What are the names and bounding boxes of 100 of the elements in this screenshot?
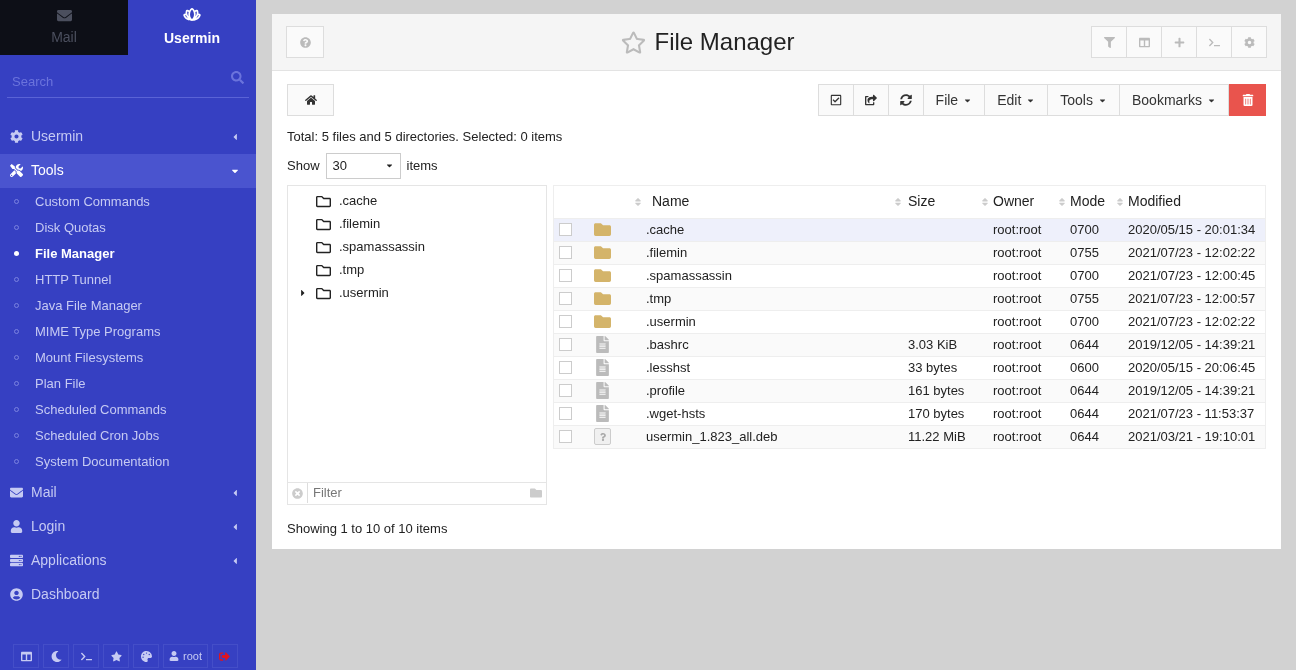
sidebar-link[interactable]: Disk Quotas [35, 217, 106, 238]
footer-button[interactable] [73, 644, 99, 668]
file-row[interactable]: .filemin root:root 0755 2021/07/23 - 12:02:22 [553, 241, 1266, 265]
page-size-select[interactable]: 30 [325, 152, 401, 179]
tree-item[interactable]: .cache [339, 191, 378, 211]
file-row[interactable]: .profile 161 bytes root:root 0644 2019/12/05 - 14:39:21 [553, 379, 1266, 403]
file-row[interactable]: .spamassassin root:root 0700 2021/07/23 - 12:00:45 [553, 264, 1266, 288]
folder-icon[interactable] [530, 487, 542, 499]
file-name[interactable]: .spamassassin [646, 265, 908, 286]
star-icon[interactable] [621, 29, 647, 55]
column-header[interactable]: Modified [1128, 191, 1265, 212]
file-row[interactable]: .cache root:root 0700 2020/05/15 - 20:01:34 [553, 218, 1266, 242]
row-checkbox[interactable] [559, 338, 572, 351]
tree-item[interactable]: .spamassassin [339, 237, 425, 257]
footer-button[interactable] [43, 644, 69, 668]
sidebar-menu-item[interactable]: Login [0, 509, 256, 544]
row-checkbox[interactable] [559, 246, 572, 259]
row-checkbox[interactable] [559, 407, 572, 420]
file-name[interactable]: .bashrc [646, 334, 908, 355]
settings-icon [1243, 36, 1255, 48]
toolbar-button[interactable] [817, 84, 854, 116]
file-name[interactable]: .wget-hsts [646, 403, 908, 424]
dropdown-button[interactable]: Bookmarks [1118, 84, 1229, 116]
file-row[interactable]: .usermin root:root 0700 2021/07/23 - 12:02:22 [553, 310, 1266, 334]
dropdown-button[interactable]: File [922, 84, 986, 116]
sidebar-link[interactable]: Scheduled Cron Jobs [35, 425, 160, 446]
sidebar-link[interactable]: Custom Commands [35, 191, 150, 212]
file-modified: 2019/12/05 - 14:39:21 [1128, 335, 1257, 354]
page-title: File Manager [654, 27, 795, 57]
sidebar-menu-item[interactable]: Usermin [0, 119, 256, 154]
sort-icon[interactable] [634, 196, 642, 207]
sidebar-menu-item[interactable]: Applications [0, 543, 256, 578]
row-checkbox[interactable] [559, 292, 572, 305]
file-name[interactable]: .profile [646, 380, 908, 401]
collapse-icon [20, 650, 32, 662]
sidebar-link[interactable]: HTTP Tunnel [35, 269, 112, 290]
toolbar-button[interactable] [887, 84, 924, 116]
column-header[interactable]: Mode [1070, 191, 1116, 212]
file-row[interactable]: .lesshst 33 bytes root:root 0600 2020/05/15 - 20:06:45 [553, 356, 1266, 380]
sidebar-link[interactable]: Plan File [35, 373, 86, 394]
folder-icon [316, 216, 331, 232]
file-row[interactable]: .tmp root:root 0755 2021/07/23 - 12:00:57 [553, 287, 1266, 311]
file-name[interactable]: usermin_1.823_all.deb [646, 426, 908, 447]
file-row[interactable]: .bashrc 3.03 KiB root:root 0644 2019/12/05 - 14:39:21 [553, 333, 1266, 357]
sidebar-link[interactable]: Mount Filesystems [35, 347, 144, 368]
show-label: Show [287, 156, 320, 175]
file-row[interactable]: .wget-hsts 170 bytes root:root 0644 2021/07/23 - 11:53:37 [553, 402, 1266, 426]
footer-button[interactable] [103, 644, 129, 668]
home-button[interactable] [287, 84, 334, 116]
row-checkbox[interactable] [559, 315, 572, 328]
sort-icon[interactable] [1058, 196, 1066, 207]
sidebar-menu-item[interactable]: Dashboard [0, 577, 256, 612]
column-header[interactable]: Owner [993, 191, 1058, 212]
delete-button[interactable] [1229, 84, 1266, 116]
file-name[interactable]: .lesshst [646, 357, 908, 378]
row-checkbox[interactable] [559, 430, 572, 443]
row-checkbox[interactable] [559, 384, 572, 397]
footer-button[interactable] [133, 644, 159, 668]
logout-icon [219, 650, 231, 662]
star-icon [110, 650, 122, 662]
file-name[interactable]: .cache [646, 219, 908, 240]
sidebar-link[interactable]: File Manager [35, 243, 115, 264]
tree-item[interactable]: .filemin [339, 214, 381, 234]
column-header[interactable]: Size [908, 191, 981, 212]
sort-icon[interactable] [1116, 196, 1124, 207]
file-name[interactable]: .filemin [646, 242, 908, 263]
text-file-icon [594, 336, 611, 353]
summary-text: Total: 5 files and 5 directories. Selected: 0 items [287, 128, 564, 146]
file-mode: 0644 [1070, 427, 1100, 446]
text-file-icon [594, 405, 611, 422]
row-checkbox[interactable] [559, 223, 572, 236]
dropdown-button[interactable]: Edit [984, 84, 1049, 116]
sidebar-link[interactable]: Scheduled Commands [35, 399, 167, 420]
tree-item[interactable]: .tmp [339, 260, 365, 280]
sort-icon[interactable] [894, 196, 902, 207]
user-button[interactable]: root [163, 644, 208, 668]
clear-icon[interactable] [292, 487, 303, 499]
file-modified: 2020/05/15 - 20:06:45 [1128, 358, 1257, 377]
file-name[interactable]: .tmp [646, 288, 908, 309]
row-checkbox[interactable] [559, 269, 572, 282]
columns-icon [1138, 36, 1150, 48]
toolbar-button[interactable] [852, 84, 889, 116]
sidebar-link[interactable]: Java File Manager [35, 295, 142, 316]
tree-item[interactable]: .usermin [339, 283, 389, 303]
dropdown-button[interactable]: Tools [1047, 84, 1120, 116]
help-button[interactable] [286, 26, 324, 58]
column-header[interactable]: Name [652, 191, 894, 212]
logout-button[interactable] [211, 644, 238, 668]
sidebar-link[interactable]: System Documentation [35, 451, 170, 472]
file-row[interactable]: usermin_1.823_all.deb 11.22 MiB root:root 0644 2021/03/21 - 19:10:01 [553, 425, 1266, 449]
row-checkbox[interactable] [559, 361, 572, 374]
sort-icon[interactable] [981, 196, 989, 207]
share-icon [864, 94, 877, 106]
sidebar-link[interactable]: MIME Type Programs [35, 321, 161, 342]
filter-field[interactable]: Filter [307, 483, 526, 503]
sidebar-menu-item[interactable]: Mail [0, 475, 256, 510]
footer-button[interactable] [13, 644, 39, 668]
file-name[interactable]: .usermin [646, 311, 908, 332]
sidebar-menu-item[interactable]: Tools [0, 153, 256, 188]
file-modified: 2021/07/23 - 12:00:57 [1128, 289, 1257, 308]
